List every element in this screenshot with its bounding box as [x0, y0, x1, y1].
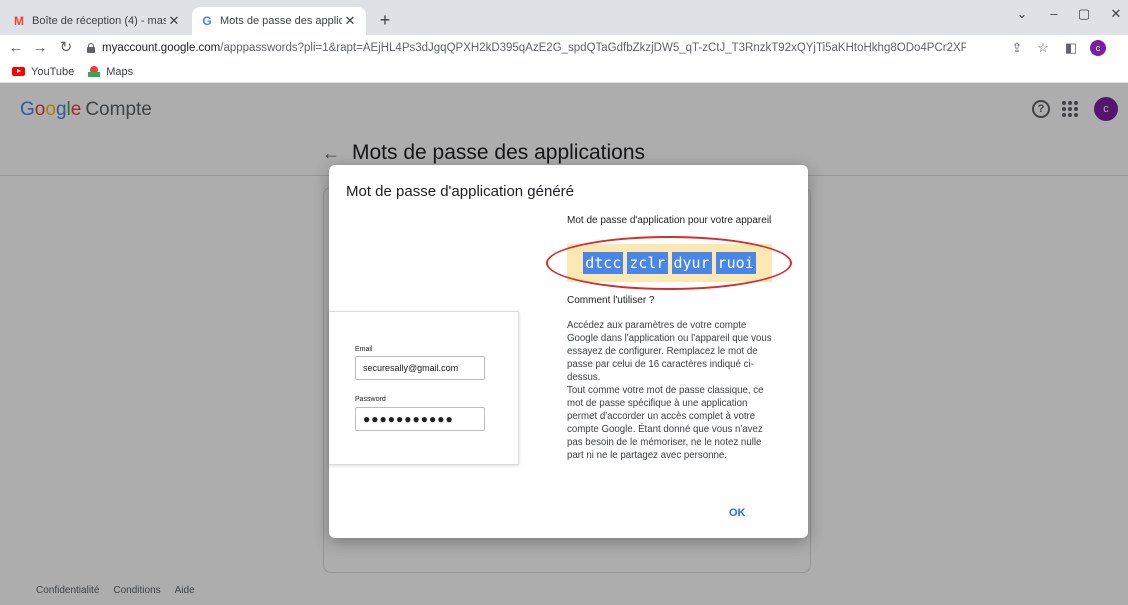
tab-app-passwords[interactable]: G Mots de passe des applications ✕	[192, 7, 366, 35]
star-icon[interactable]: ☆	[1034, 39, 1052, 57]
tab-title: Boîte de réception (4) - master2023	[32, 15, 166, 27]
forward-arrow-icon[interactable]: →	[30, 38, 50, 58]
close-icon[interactable]: ✕	[342, 13, 358, 29]
reload-icon[interactable]: ↻	[56, 38, 76, 58]
instructions-column: Mot de passe d'application pour votre ap…	[546, 215, 792, 461]
lock-icon	[86, 43, 96, 53]
howto-title: Comment l'utiliser ?	[567, 295, 655, 306]
gmail-icon: M	[14, 14, 24, 28]
dialog-title: Mot de passe d'application généré	[346, 183, 575, 200]
minimize-icon[interactable]: –	[1044, 6, 1064, 21]
sidepanel-icon[interactable]: ◧	[1062, 39, 1080, 57]
google-icon: G	[202, 14, 212, 28]
bookmark-label: Maps	[106, 65, 134, 78]
close-window-icon[interactable]: ✕	[1106, 6, 1126, 22]
bookmark-maps[interactable]: Maps	[88, 66, 133, 78]
bookmarks-bar: YouTube Maps	[0, 61, 1128, 83]
tab-title: Mots de passe des applications	[220, 15, 342, 27]
generated-password-dialog: Mot de passe d'application généré Email …	[329, 165, 808, 538]
illus-password-label: Password	[355, 396, 386, 403]
howto-text: Accédez aux paramètres de votre compte G…	[567, 320, 772, 461]
profile-avatar[interactable]: c	[1090, 40, 1106, 56]
password-label: Mot de passe d'application pour votre ap…	[567, 215, 772, 226]
ok-button[interactable]: OK	[723, 505, 752, 521]
illus-password-field: ●●●●●●●●●●●	[355, 407, 485, 431]
back-arrow-icon[interactable]: ←	[6, 38, 26, 58]
chevron-down-icon[interactable]: ⌄	[1012, 6, 1032, 22]
address-bar[interactable]: myaccount.google.com/apppasswords?pli=1&…	[86, 37, 966, 59]
maps-icon	[88, 66, 101, 78]
bookmark-youtube[interactable]: YouTube	[12, 66, 74, 78]
browser-toolbar: ← → ↻ myaccount.google.com/apppasswords?…	[0, 35, 1128, 61]
red-circle-annotation	[546, 236, 792, 290]
url-path: /apppasswords?pli=1&rapt=AEjHL4Ps3dJgqQP…	[220, 42, 966, 54]
youtube-icon	[12, 67, 25, 76]
new-tab-button[interactable]: +	[374, 9, 396, 31]
share-icon[interactable]: ⇪	[1008, 39, 1026, 57]
bookmark-label: YouTube	[31, 65, 75, 78]
tab-gmail[interactable]: M Boîte de réception (4) - master2023 ✕	[4, 7, 190, 35]
close-icon[interactable]: ✕	[166, 13, 182, 29]
maximize-icon[interactable]: ▢	[1074, 6, 1094, 22]
illus-email-label: Email	[355, 346, 373, 353]
login-illustration: Email securesally@gmail.com Password ●●●…	[329, 311, 519, 465]
illus-email-field: securesally@gmail.com	[355, 356, 485, 380]
url-host: myaccount.google.com	[102, 42, 221, 54]
tab-strip: M Boîte de réception (4) - master2023 ✕ …	[0, 0, 1128, 35]
